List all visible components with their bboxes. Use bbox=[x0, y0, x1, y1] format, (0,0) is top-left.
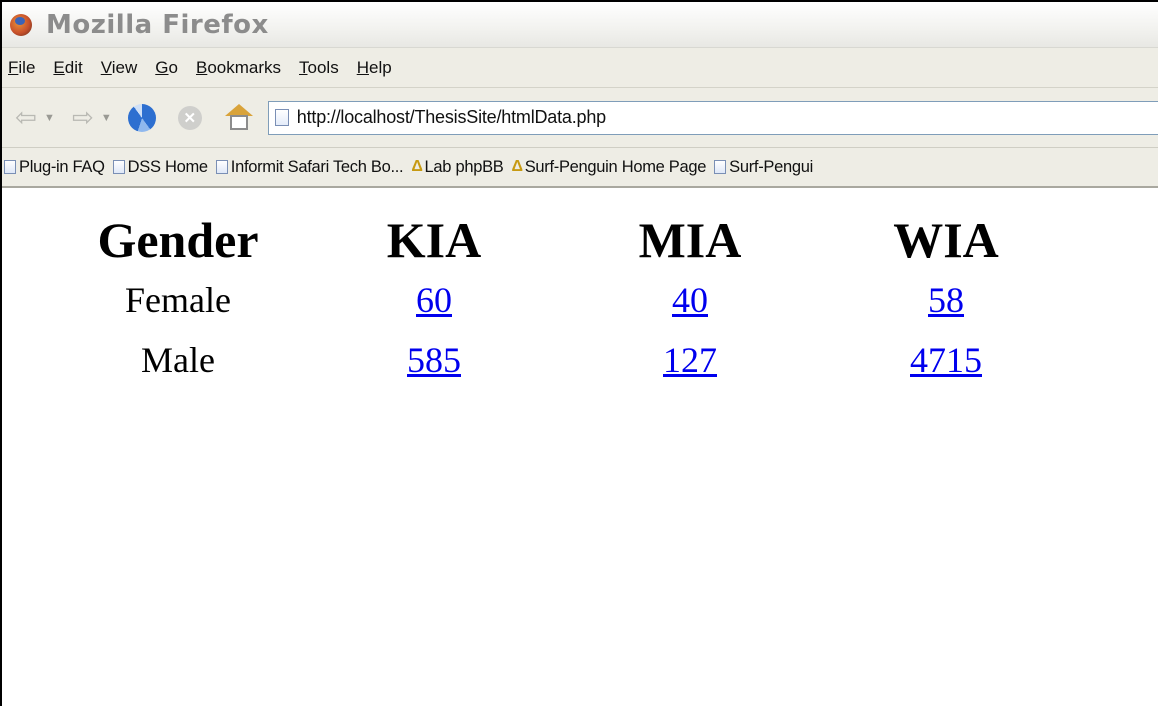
casualty-table: Gender KIA MIA WIA Female 60 40 58 Male … bbox=[50, 210, 1074, 390]
reload-icon[interactable] bbox=[127, 103, 156, 132]
bookmark-informit-safari[interactable]: Informit Safari Tech Bo... bbox=[215, 157, 404, 177]
menu-label: ookmarks bbox=[207, 57, 282, 77]
cell-female-mia: 40 bbox=[562, 270, 818, 330]
url-text[interactable]: http://localhost/ThesisSite/htmlData.php bbox=[297, 107, 606, 128]
bookmark-label: Informit Safari Tech Bo... bbox=[230, 157, 404, 176]
column-header-mia: MIA bbox=[638, 212, 742, 268]
value-link[interactable]: 40 bbox=[672, 280, 708, 320]
bookmark-lab-phpbb[interactable]: Δ Lab phpBB bbox=[411, 158, 503, 177]
page-icon bbox=[215, 160, 228, 174]
menu-accelerator: E bbox=[53, 57, 65, 77]
table-header-row: Gender KIA MIA WIA bbox=[50, 210, 1074, 270]
table-row: Female 60 40 58 bbox=[50, 270, 1074, 330]
menu-accelerator: F bbox=[8, 57, 19, 77]
stop-icon[interactable]: ✕ bbox=[177, 105, 202, 130]
column-header-gender: Gender bbox=[97, 212, 259, 268]
menu-accelerator: H bbox=[356, 57, 369, 77]
value-link[interactable]: 60 bbox=[416, 280, 452, 320]
bookmarks-toolbar: Plug-in FAQ DSS Home Informit Safari Tec… bbox=[2, 148, 1158, 188]
menu-label: iew bbox=[111, 57, 138, 77]
table-row: Male 585 127 4715 bbox=[50, 330, 1074, 390]
forward-arrow-icon[interactable]: ⇨ bbox=[67, 102, 99, 134]
bookmark-plug-in-faq[interactable]: Plug-in FAQ bbox=[4, 158, 105, 177]
menu-file[interactable]: File bbox=[8, 58, 35, 78]
tux-icon: Δ bbox=[511, 158, 524, 175]
cell-female-kia: 60 bbox=[306, 270, 562, 330]
bookmark-dss-home[interactable]: DSS Home bbox=[112, 157, 208, 177]
browser-window: Mozilla Firefox File Edit View Go Bookma… bbox=[0, 0, 1158, 706]
page-icon bbox=[714, 160, 727, 174]
value-link[interactable]: 585 bbox=[407, 340, 461, 380]
menu-label: ools bbox=[307, 57, 339, 77]
back-history-dropdown-icon[interactable]: ▼ bbox=[44, 112, 55, 124]
page-content: Gender KIA MIA WIA Female 60 40 58 Male … bbox=[2, 192, 1158, 706]
home-body-shape bbox=[229, 114, 248, 130]
menu-go[interactable]: Go bbox=[155, 58, 178, 78]
menu-label: dit bbox=[64, 57, 83, 77]
menu-label: o bbox=[168, 57, 178, 77]
forward-history-dropdown-icon[interactable]: ▼ bbox=[101, 112, 112, 124]
menu-bookmarks[interactable]: Bookmarks bbox=[196, 58, 281, 78]
firefox-icon bbox=[10, 13, 32, 36]
menu-help[interactable]: Help bbox=[357, 58, 392, 78]
bookmark-label: Surf-Penguin Home Page bbox=[524, 157, 707, 176]
cell-male-wia: 4715 bbox=[818, 330, 1074, 390]
cell-male-mia: 127 bbox=[562, 330, 818, 390]
cell-male-kia: 585 bbox=[306, 330, 562, 390]
navigation-toolbar: ⇦ ▼ ⇨ ▼ ✕ http://localhost/ThesisSite/ht… bbox=[2, 88, 1158, 148]
menu-accelerator: V bbox=[100, 57, 112, 77]
menu-label: ile bbox=[18, 57, 36, 77]
page-icon bbox=[112, 160, 125, 174]
back-arrow-icon[interactable]: ⇦ bbox=[10, 102, 42, 134]
menu-bar: File Edit View Go Bookmarks Tools Help bbox=[2, 48, 1158, 88]
url-bar[interactable]: http://localhost/ThesisSite/htmlData.php bbox=[267, 100, 1158, 135]
bookmark-surf-penguin[interactable]: Surf-Pengui bbox=[714, 158, 813, 177]
menu-accelerator: G bbox=[155, 57, 169, 77]
menu-label: elp bbox=[368, 57, 392, 77]
menu-tools[interactable]: Tools bbox=[299, 58, 339, 78]
title-bar: Mozilla Firefox bbox=[2, 2, 1158, 48]
cell-female-wia: 58 bbox=[818, 270, 1074, 330]
column-header-wia: WIA bbox=[893, 212, 999, 268]
page-icon bbox=[4, 160, 16, 174]
bookmark-label: Surf-Pengui bbox=[729, 157, 813, 176]
tux-icon: Δ bbox=[411, 158, 423, 175]
value-link[interactable]: 4715 bbox=[910, 340, 982, 380]
menu-view[interactable]: View bbox=[101, 58, 138, 78]
menu-accelerator: T bbox=[299, 57, 308, 77]
home-icon[interactable] bbox=[224, 103, 254, 132]
value-link[interactable]: 127 bbox=[663, 340, 717, 380]
page-icon bbox=[274, 109, 289, 126]
row-label-male: Male bbox=[141, 340, 215, 380]
bookmark-label: Lab phpBB bbox=[424, 157, 504, 176]
menu-accelerator: B bbox=[195, 57, 208, 77]
bookmark-label: DSS Home bbox=[127, 157, 208, 176]
bookmark-surf-penguin-home[interactable]: Δ Surf-Penguin Home Page bbox=[512, 158, 707, 177]
window-title: Mozilla Firefox bbox=[46, 9, 269, 40]
column-header-kia: KIA bbox=[386, 212, 482, 268]
menu-edit[interactable]: Edit bbox=[53, 58, 82, 78]
bookmark-label: Plug-in FAQ bbox=[19, 157, 105, 176]
value-link[interactable]: 58 bbox=[928, 280, 964, 320]
row-label-female: Female bbox=[125, 280, 231, 320]
